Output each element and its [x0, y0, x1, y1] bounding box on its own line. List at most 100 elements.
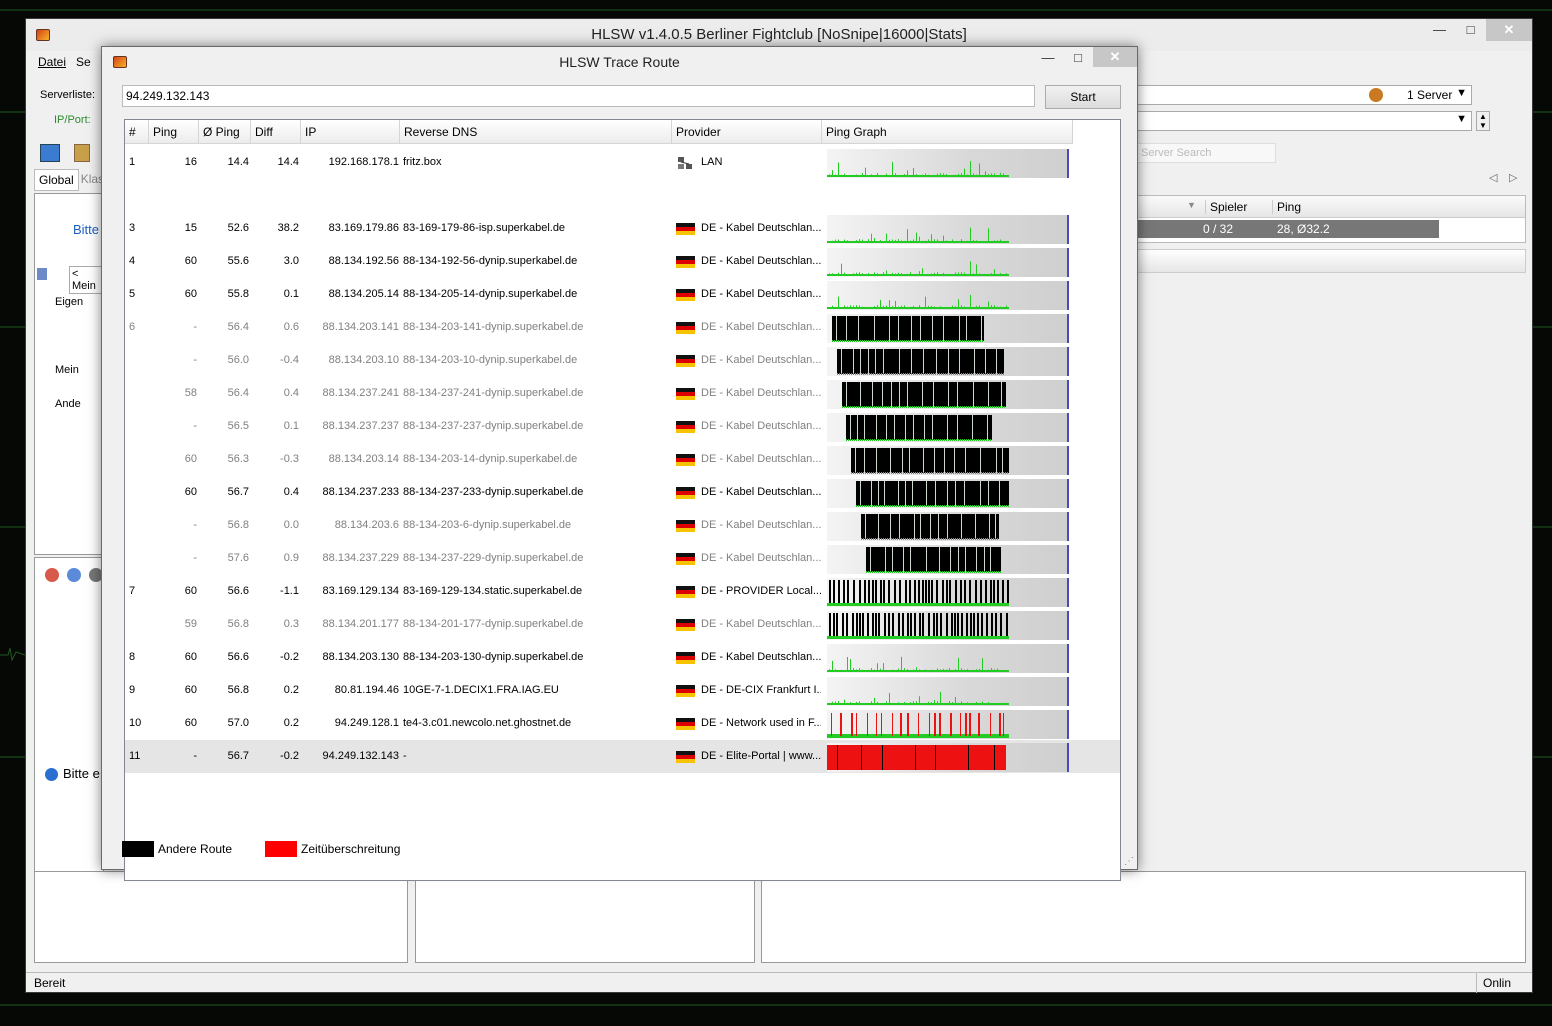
graph-bar [957, 382, 958, 407]
menu-server[interactable]: Se [76, 55, 91, 69]
graph-bar [878, 481, 879, 506]
graph-bar [964, 481, 965, 506]
ping-graph [827, 413, 1069, 442]
table-row[interactable]: 3 15 52.6 38.2 83.169.179.86 83-169-179-86-is… [125, 212, 1120, 245]
graph-bar [917, 472, 918, 474]
player-icon[interactable] [45, 568, 59, 582]
graph-bar [904, 406, 905, 408]
graph-bar [954, 505, 955, 507]
table-row[interactable]: 60 56.3 -0.3 88.134.203.14 88-134-203-14-dyn… [125, 443, 1120, 476]
table-row[interactable]: - 56.8 0.0 88.134.203.6 88-134-203-6-dynip.s… [125, 509, 1120, 542]
close-icon[interactable]: ✕ [1093, 47, 1137, 67]
server-count-select[interactable]: 1 Server ▼ [1136, 85, 1472, 105]
graph-bar [832, 660, 833, 672]
graph-bar [925, 296, 926, 309]
hop-diff: 0.9 [283, 552, 299, 564]
column-ping[interactable]: Ping [149, 120, 199, 144]
graph-bar [910, 670, 911, 672]
server-row[interactable]: 0 / 32 28, Ø32.2 [1137, 220, 1439, 238]
graph-bar [946, 240, 947, 243]
resize-grip-icon[interactable]: ⋰ [1124, 856, 1134, 867]
graph-bar [979, 163, 980, 177]
maximize-icon[interactable]: □ [1455, 19, 1486, 41]
table-row[interactable]: 6 - 56.4 0.6 88.134.203.141 88-134-203-141-dy… [125, 311, 1120, 344]
graph-bar [970, 571, 971, 573]
play-icon[interactable] [40, 144, 60, 162]
scroll-right-icon[interactable]: ▷ [1509, 171, 1517, 184]
table-row[interactable]: - 57.6 0.9 88.134.237.229 88-134-237-229-dyn… [125, 542, 1120, 575]
column-spieler[interactable]: Spieler [1205, 200, 1247, 214]
column-ping-graph[interactable]: Ping Graph [822, 120, 1073, 144]
tree-item-meine[interactable]: Mein [55, 364, 79, 376]
search-server-icon[interactable] [74, 144, 90, 162]
minimize-icon[interactable]: — [1033, 47, 1063, 69]
tree-item-eigene[interactable]: Eigen [55, 296, 83, 308]
column-reverse-dns[interactable]: Reverse DNS [400, 120, 672, 144]
column-num[interactable]: # [125, 120, 149, 144]
table-row[interactable]: 4 60 55.6 3.0 88.134.192.56 88-134-192-56-dyn… [125, 245, 1120, 278]
graph-bar [841, 174, 842, 177]
start-button[interactable]: Start [1045, 85, 1121, 109]
table-row[interactable]: 7 60 56.6 -1.1 83.169.129.134 83-169-129-134.… [125, 575, 1120, 608]
graph-bar [922, 505, 923, 507]
graph-bar [948, 382, 949, 407]
column-provider[interactable]: Provider [672, 120, 822, 144]
server-count: 1 Server [1407, 88, 1453, 102]
graph-bar [868, 306, 869, 309]
server-row-ping: 28, Ø32.2 [1277, 222, 1330, 236]
graph-bar [934, 505, 935, 507]
tab-global[interactable]: Global [34, 169, 79, 191]
table-row[interactable]: - 56.5 0.1 88.134.237.237 88-134-237-237-dyn… [125, 410, 1120, 443]
graph-bar [916, 571, 917, 573]
add-player-icon[interactable] [67, 568, 81, 582]
spin-icon[interactable]: ▲ ▼ [1476, 111, 1490, 131]
graph-bar [872, 382, 873, 407]
graph-bar [970, 670, 971, 672]
graph-bar [919, 669, 920, 672]
view-icon[interactable] [37, 268, 47, 280]
menu-datei[interactable]: Datei [38, 55, 66, 69]
table-row[interactable]: 9 60 56.8 0.2 80.81.194.46 10GE-7-1.DECIX1.FR… [125, 674, 1120, 707]
close-icon[interactable]: ✕ [1486, 19, 1532, 41]
graph-bar [955, 373, 956, 375]
graph-bar [935, 538, 936, 540]
table-row[interactable]: 1 16 14.4 14.4 192.168.178.1 fritz.box LAN [125, 146, 1120, 179]
table-row[interactable]: 10 60 57.0 0.2 94.249.128.1 te4-3.c01.newcolo… [125, 707, 1120, 740]
table-row[interactable]: 5 60 55.8 0.1 88.134.205.14 88-134-205-14-dyn… [125, 278, 1120, 311]
column-diff[interactable]: Diff [251, 120, 301, 144]
scroll-left-icon[interactable]: ◁ [1489, 171, 1497, 184]
table-row[interactable]: 59 56.8 0.3 88.134.201.177 88-134-201-177-dy… [125, 608, 1120, 641]
target-ip-input[interactable]: 94.249.132.143 [122, 85, 1035, 107]
graph-bar [988, 481, 989, 506]
tree-item-andere[interactable]: Ande [55, 398, 81, 410]
table-row[interactable]: - 56.0 -0.4 88.134.203.10 88-134-203-10-dyni… [125, 344, 1120, 377]
graph-bar [946, 406, 947, 408]
table-row[interactable]: 58 56.4 0.4 88.134.237.241 88-134-237-241-dy… [125, 377, 1120, 410]
graph-bar [1003, 670, 1004, 672]
table-row[interactable]: 8 60 56.6 -0.2 88.134.203.130 88-134-203-130-… [125, 641, 1120, 674]
server-search-input[interactable]: Server Search [1136, 143, 1276, 163]
graph-bar [882, 406, 883, 408]
graph-bar [874, 669, 875, 672]
graph-bar [911, 349, 912, 374]
graph-bar [969, 713, 971, 736]
column-ip[interactable]: IP [301, 120, 400, 144]
graph-bar [982, 175, 983, 177]
table-row[interactable]: 11-56.7 -0.2 94.249.132.143- DE - Elite-Por… [125, 740, 1120, 773]
graph-bar [966, 340, 967, 342]
meine-dropdown[interactable]: < Mein [69, 266, 103, 294]
graph-bar [1005, 472, 1006, 474]
minimize-icon[interactable]: — [1424, 19, 1455, 41]
graph-bar [967, 373, 968, 375]
graph-bar [962, 439, 963, 441]
graph-bar [926, 481, 927, 506]
graph-bar [904, 174, 905, 177]
table-row[interactable]: 60 56.7 0.4 88.134.237.233 88-134-237-233-dy… [125, 476, 1120, 509]
column-ping[interactable]: Ping [1272, 200, 1301, 214]
hop-ip: 88.134.203.130 [322, 651, 399, 663]
filter-select[interactable]: ▼ [1136, 111, 1472, 131]
maximize-icon[interactable]: □ [1063, 47, 1093, 69]
graph-bar [1003, 173, 1004, 177]
column-avg-ping[interactable]: Ø Ping [199, 120, 251, 144]
graph-bar [914, 439, 915, 441]
